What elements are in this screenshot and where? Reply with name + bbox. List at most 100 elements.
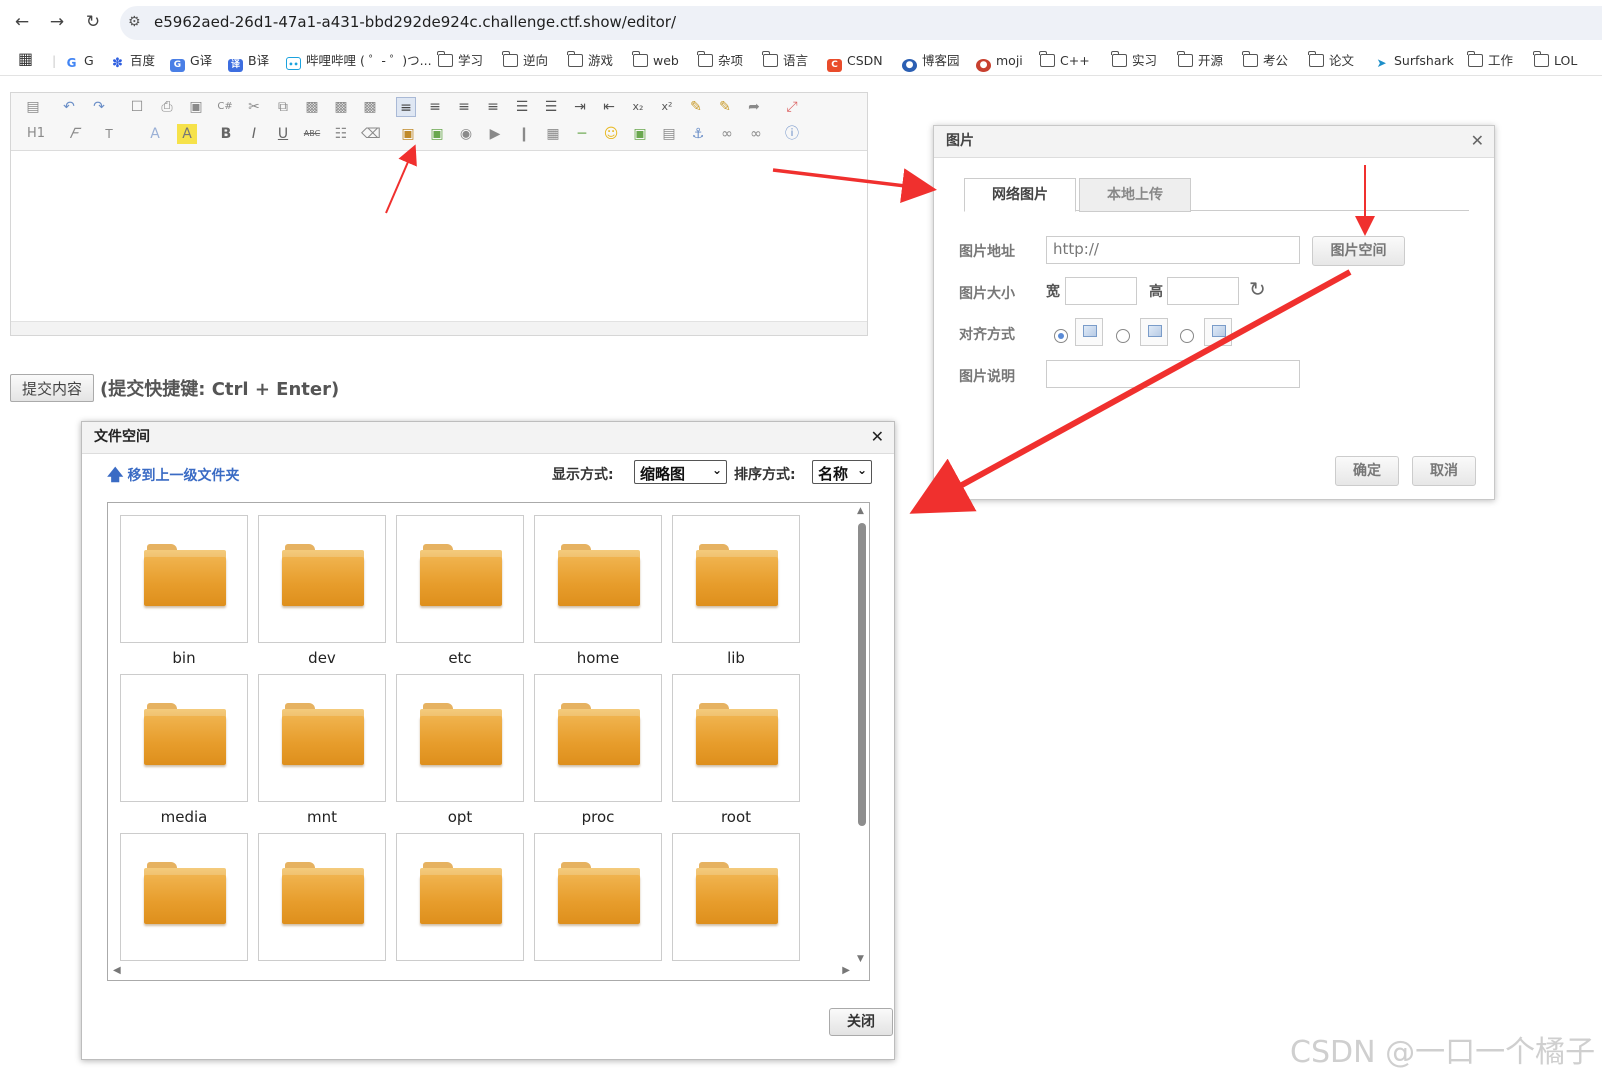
table-icon[interactable]: ▦ (543, 124, 563, 144)
horizontal-rule-icon[interactable]: ─ (572, 124, 592, 144)
bookmark-folder-civil-exam[interactable]: 考公 (1242, 51, 1288, 71)
bookmark-folder-lol[interactable]: LOL (1533, 51, 1577, 71)
editor-resize-bar[interactable] (11, 321, 867, 335)
redo-icon[interactable]: ↷ (89, 97, 109, 117)
heading-icon[interactable]: H1 (21, 124, 51, 144)
align-right-radio[interactable] (1180, 329, 1194, 343)
bookmark-folder-games[interactable]: 游戏 (567, 51, 613, 71)
forward-arrow-icon[interactable]: → (46, 11, 68, 33)
folder-item[interactable] (534, 833, 662, 961)
media-icon[interactable]: ▶ (485, 124, 505, 144)
bookmark-folder-opensource[interactable]: 开源 (1177, 51, 1223, 71)
back-arrow-icon[interactable]: ← (11, 11, 33, 33)
bookmark-folder-papers[interactable]: 论文 (1308, 51, 1354, 71)
bookmark-g[interactable]: GG (64, 51, 94, 71)
image-icon[interactable]: ▣ (398, 124, 418, 144)
underline-icon[interactable]: U (273, 124, 293, 144)
clear-format-icon[interactable]: ✎ (686, 97, 706, 117)
source-icon[interactable]: ▤ (23, 97, 43, 117)
paste-word-icon[interactable]: ▩ (360, 97, 380, 117)
unordered-list-icon[interactable]: ☰ (541, 97, 561, 117)
bookmark-folder-web[interactable]: web (632, 51, 679, 71)
apps-grid-icon[interactable]: ▦ (18, 49, 33, 69)
bookmark-cnblogs[interactable]: ● 博客园 (902, 51, 960, 72)
outdent-icon[interactable]: ⇤ (599, 97, 619, 117)
subscript-icon[interactable]: x₂ (628, 97, 648, 117)
indent-icon[interactable]: ⇥ (570, 97, 590, 117)
bookmark-surfshark[interactable]: ➤ Surfshark (1374, 51, 1454, 71)
editor-content-area[interactable] (11, 151, 867, 321)
image-space-button[interactable]: 图片空间 (1312, 236, 1405, 266)
highlight-icon[interactable]: A (177, 124, 197, 144)
bookmark-folder-cpp[interactable]: C++ (1039, 51, 1090, 71)
bold-icon[interactable]: B (216, 124, 236, 144)
fullscreen-icon[interactable]: ⤢ (782, 97, 802, 117)
font-family-icon[interactable]: 𝐹 (64, 124, 84, 144)
height-input[interactable] (1167, 277, 1239, 305)
font-color-icon[interactable]: A (145, 124, 165, 144)
scrollbar-thumb[interactable] (858, 523, 866, 826)
reload-icon[interactable]: ↻ (82, 11, 104, 33)
bookmark-bilibili[interactable]: •• 哔哩哔哩 ( ゜- ゜)つ... (286, 51, 432, 71)
flash-icon[interactable]: ◉ (456, 124, 476, 144)
ok-button[interactable]: 确定 (1335, 456, 1399, 486)
folder-item[interactable] (534, 515, 662, 643)
refresh-icon[interactable]: ↻ (1249, 277, 1266, 301)
sort-select[interactable]: 名称 ⌄ (812, 460, 872, 484)
print-icon[interactable]: ⎙ (157, 97, 177, 117)
close-icon[interactable]: ✕ (871, 422, 884, 452)
caption-input[interactable] (1046, 360, 1300, 388)
folder-item[interactable] (396, 674, 524, 802)
font-size-icon[interactable]: T (99, 124, 119, 144)
emoticon-icon[interactable]: ☺ (601, 124, 621, 144)
tab-local-upload[interactable]: 本地上传 (1079, 178, 1191, 212)
bookmark-baidu[interactable]: ✽ 百度 (110, 51, 155, 71)
folder-item[interactable] (258, 833, 386, 961)
template-icon[interactable]: ▣ (186, 97, 206, 117)
horizontal-scrollbar[interactable]: ◀ ▶ (108, 964, 855, 980)
bookmark-csdn[interactable]: C CSDN (827, 51, 883, 72)
map-icon[interactable]: ▣ (630, 124, 650, 144)
cursor-icon[interactable]: ➦ (744, 97, 764, 117)
link-icon[interactable]: ∞ (717, 124, 737, 144)
folder-item[interactable] (672, 515, 800, 643)
tab-network-image[interactable]: 网络图片 (964, 178, 1076, 212)
bookmark-folder-internship[interactable]: 实习 (1111, 51, 1157, 71)
undo-icon[interactable]: ↶ (59, 97, 79, 117)
folder-item[interactable] (534, 674, 662, 802)
cancel-button[interactable]: 取消 (1412, 456, 1476, 486)
unlink-icon[interactable]: ∞ (746, 124, 766, 144)
align-center-icon[interactable]: ≡ (425, 97, 445, 117)
bookmark-btranslate[interactable]: 译 B译 (228, 51, 269, 72)
cut-icon[interactable]: ✂ (244, 97, 264, 117)
folder-item[interactable] (396, 833, 524, 961)
up-folder-link[interactable]: 🡅 移到上一级文件夹 (107, 464, 239, 491)
site-settings-icon[interactable]: ⚙ (128, 14, 141, 30)
folder-item[interactable] (258, 674, 386, 802)
superscript-icon[interactable]: x² (657, 97, 677, 117)
anchor-icon[interactable]: ⚓ (688, 124, 708, 144)
bookmark-moji[interactable]: ● moji (976, 51, 1023, 72)
view-mode-select[interactable]: 缩略图 ⌄ (634, 460, 727, 484)
page-break-icon[interactable]: ▤ (659, 124, 679, 144)
folder-item[interactable] (120, 833, 248, 961)
folder-item[interactable] (672, 833, 800, 961)
strikethrough-icon[interactable]: ABC (300, 124, 324, 144)
preview-icon[interactable]: ☐ (127, 97, 147, 117)
url-field[interactable]: ⚙ e5962aed-26d1-47a1-a431-bbd292de924c.c… (120, 6, 1602, 40)
bookmark-folder-work[interactable]: 工作 (1467, 51, 1513, 71)
folder-item[interactable] (672, 674, 800, 802)
scroll-left-icon[interactable]: ◀ (113, 965, 121, 976)
vertical-scrollbar[interactable]: ▲ ▼ (853, 503, 869, 966)
folder-item[interactable] (258, 515, 386, 643)
select-all-icon[interactable]: ✎ (715, 97, 735, 117)
help-icon[interactable]: ⓘ (782, 124, 802, 144)
ordered-list-icon[interactable]: ☰ (512, 97, 532, 117)
width-input[interactable] (1065, 277, 1137, 305)
bookmark-folder-language[interactable]: 语言 (762, 51, 808, 71)
image-url-input[interactable]: http:// (1046, 236, 1300, 264)
scroll-up-icon[interactable]: ▲ (857, 506, 864, 516)
close-icon[interactable]: ✕ (1471, 126, 1484, 156)
align-left-icon[interactable]: ≡ (396, 97, 416, 117)
folder-item[interactable] (120, 674, 248, 802)
